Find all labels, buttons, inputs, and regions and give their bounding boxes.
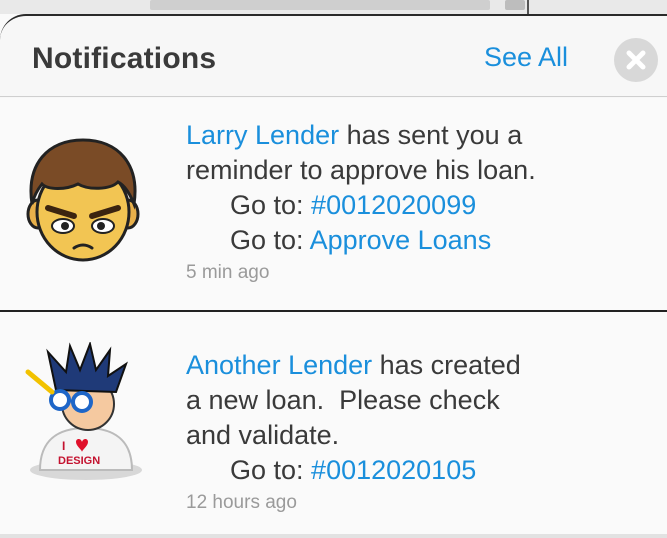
notification-line: reminder to approve his loan. (186, 155, 536, 185)
goto-label: Go to: (230, 455, 312, 485)
goto-line: Go to: Approve Loans (186, 223, 656, 258)
notification-message-part: has sent you a (339, 120, 523, 150)
shirt-text: I (62, 439, 65, 453)
notification-item[interactable]: I DESIGN Another Lender has created a ne… (0, 312, 667, 534)
see-all-link[interactable]: See All (484, 42, 568, 73)
approve-loans-link[interactable]: Approve Loans (310, 225, 492, 255)
designer-avatar-icon: I DESIGN (18, 340, 148, 480)
notification-line: Larry Lender has sent you a (186, 118, 656, 153)
angry-boy-avatar-icon (18, 134, 148, 264)
sender-link[interactable]: Larry Lender (186, 120, 339, 150)
notifications-header: Notifications See All (0, 14, 667, 98)
goto-label: Go to: (230, 225, 310, 255)
notifications-popover: Notifications See All Larry Lender has s… (0, 0, 667, 538)
goto-line: Go to: #0012020099 (186, 188, 656, 223)
page-title: Notifications (32, 42, 217, 75)
notification-timestamp: 12 hours ago (186, 492, 297, 513)
notification-line: Another Lender has created (186, 348, 656, 383)
notification-message-part: has created (372, 350, 521, 380)
loan-number-link[interactable]: #0012020099 (311, 190, 476, 220)
close-button[interactable] (614, 38, 658, 82)
header-divider (0, 96, 667, 97)
goto-line: Go to: #0012020105 (186, 453, 656, 488)
panel-bottom-edge (0, 534, 667, 538)
notification-line: and validate. (186, 420, 340, 450)
sender-link[interactable]: Another Lender (186, 350, 372, 380)
notification-line: a new loan. Please check (186, 385, 500, 415)
notification-text: Larry Lender has sent you a reminder to … (186, 118, 656, 286)
notification-text: Another Lender has created a new loan. P… (186, 348, 656, 516)
notifications-panel: Notifications See All Larry Lender has s… (0, 0, 667, 538)
loan-number-link[interactable]: #0012020105 (311, 455, 476, 485)
notification-item[interactable]: Larry Lender has sent you a reminder to … (0, 98, 667, 310)
close-icon (626, 50, 646, 70)
goto-label: Go to: (230, 190, 312, 220)
shirt-text: DESIGN (58, 455, 100, 467)
notification-timestamp: 5 min ago (186, 262, 270, 283)
